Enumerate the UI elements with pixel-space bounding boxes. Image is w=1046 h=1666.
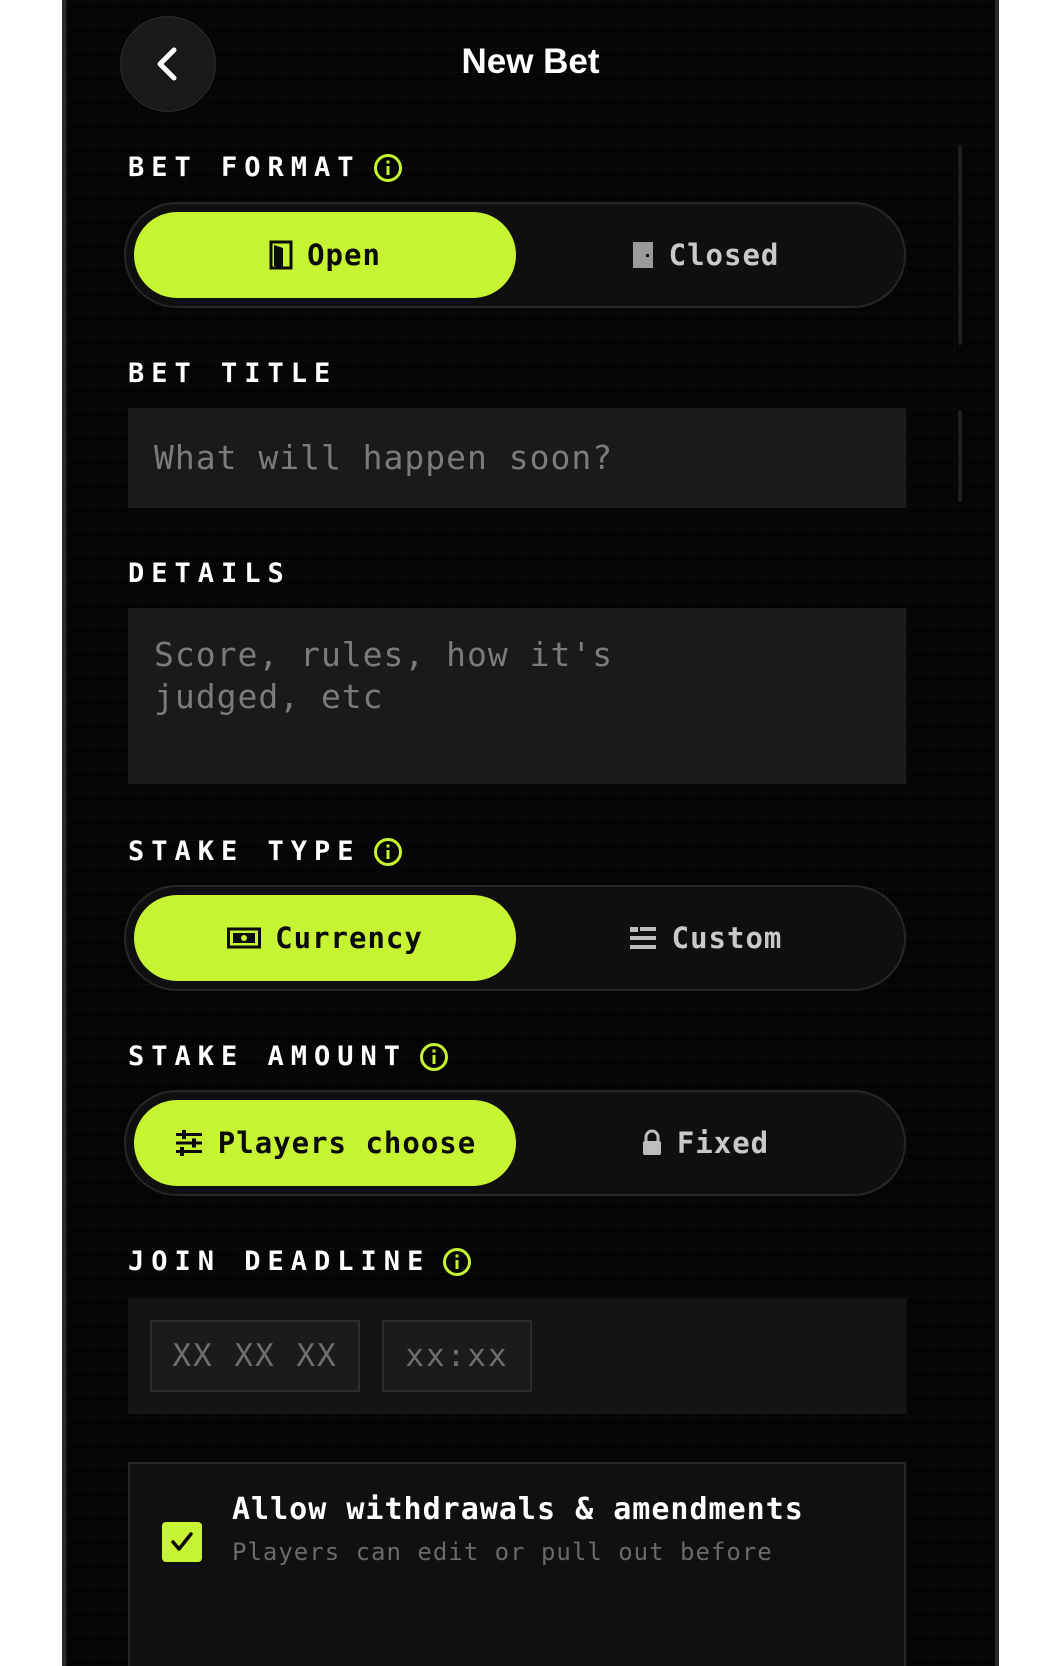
- stake-type-label-text: STAKE TYPE: [128, 836, 361, 867]
- withdrawals-checkbox[interactable]: [162, 1522, 202, 1562]
- bet-format-open-option[interactable]: Open: [134, 212, 516, 298]
- bet-format-selector: Open Closed: [124, 202, 906, 308]
- side-button: [958, 145, 962, 345]
- checkmark-icon: [171, 1532, 193, 1551]
- page-title: New Bet: [461, 42, 600, 81]
- stake-type-selector: Currency Custom: [124, 885, 906, 991]
- join-deadline-group: XX XX XX xx:xx: [128, 1298, 906, 1414]
- info-icon[interactable]: [373, 153, 403, 183]
- phone-screen: New Bet BET FORMAT Open Closed BET TITLE: [62, 0, 999, 1666]
- bet-format-open-label: Open: [307, 238, 381, 272]
- sliders-icon: [175, 1130, 202, 1156]
- bet-format-closed-label: Closed: [668, 238, 780, 272]
- stake-amount-players-choose-option[interactable]: Players choose: [134, 1100, 516, 1186]
- door-open-icon: [269, 240, 293, 270]
- info-icon[interactable]: [373, 837, 403, 867]
- bet-title-placeholder: What will happen soon?: [154, 438, 614, 477]
- info-icon[interactable]: [442, 1247, 472, 1277]
- stake-type-custom-option[interactable]: Custom: [514, 895, 896, 981]
- stake-amount-fixed-label: Fixed: [676, 1126, 770, 1160]
- banknote-icon: [227, 927, 262, 949]
- stake-amount-selector: Players choose Fixed: [124, 1090, 906, 1196]
- deadline-time-input[interactable]: xx:xx: [382, 1320, 532, 1392]
- bet-title-input[interactable]: What will happen soon?: [128, 408, 906, 508]
- stake-type-currency-option[interactable]: Currency: [134, 895, 516, 981]
- stake-amount-fixed-option[interactable]: Fixed: [514, 1100, 896, 1186]
- stake-type-currency-label: Currency: [275, 921, 423, 955]
- join-deadline-label: JOIN DEADLINE: [128, 1246, 472, 1277]
- withdrawals-title: Allow withdrawals & amendments: [232, 1492, 804, 1527]
- stake-amount-label: STAKE AMOUNT: [128, 1041, 449, 1072]
- stake-amount-label-text: STAKE AMOUNT: [128, 1041, 408, 1072]
- withdrawals-card[interactable]: Allow withdrawals & amendments Players c…: [128, 1462, 906, 1666]
- details-label-text: DETAILS: [128, 558, 291, 589]
- details-label: DETAILS: [128, 558, 291, 589]
- withdrawals-subtitle: Players can edit or pull out before: [232, 1538, 773, 1566]
- bet-title-label-text: BET TITLE: [128, 358, 338, 389]
- deadline-date-input[interactable]: XX XX XX: [150, 1320, 360, 1392]
- bet-title-label: BET TITLE: [128, 358, 337, 389]
- stake-type-custom-label: Custom: [671, 921, 783, 955]
- join-deadline-label-text: JOIN DEADLINE: [128, 1246, 431, 1277]
- details-placeholder-line2: judged, etc: [154, 677, 384, 716]
- side-button: [958, 410, 962, 502]
- list-icon: [629, 927, 656, 949]
- door-closed-icon: [632, 242, 653, 268]
- deadline-date-placeholder: XX XX XX: [172, 1338, 338, 1374]
- bet-format-closed-option[interactable]: Closed: [514, 212, 896, 298]
- details-textarea[interactable]: Score, rules, how it's judged, etc: [128, 608, 906, 784]
- stake-type-label: STAKE TYPE: [128, 836, 403, 867]
- bet-format-label: BET FORMAT: [128, 152, 403, 183]
- lock-icon: [642, 1129, 661, 1155]
- bet-format-label-text: BET FORMAT: [128, 152, 361, 183]
- stake-amount-players-choose-label: Players choose: [217, 1126, 477, 1160]
- info-icon[interactable]: [419, 1042, 449, 1072]
- deadline-time-placeholder: xx:xx: [405, 1338, 509, 1374]
- details-placeholder-line1: Score, rules, how it's: [154, 635, 614, 674]
